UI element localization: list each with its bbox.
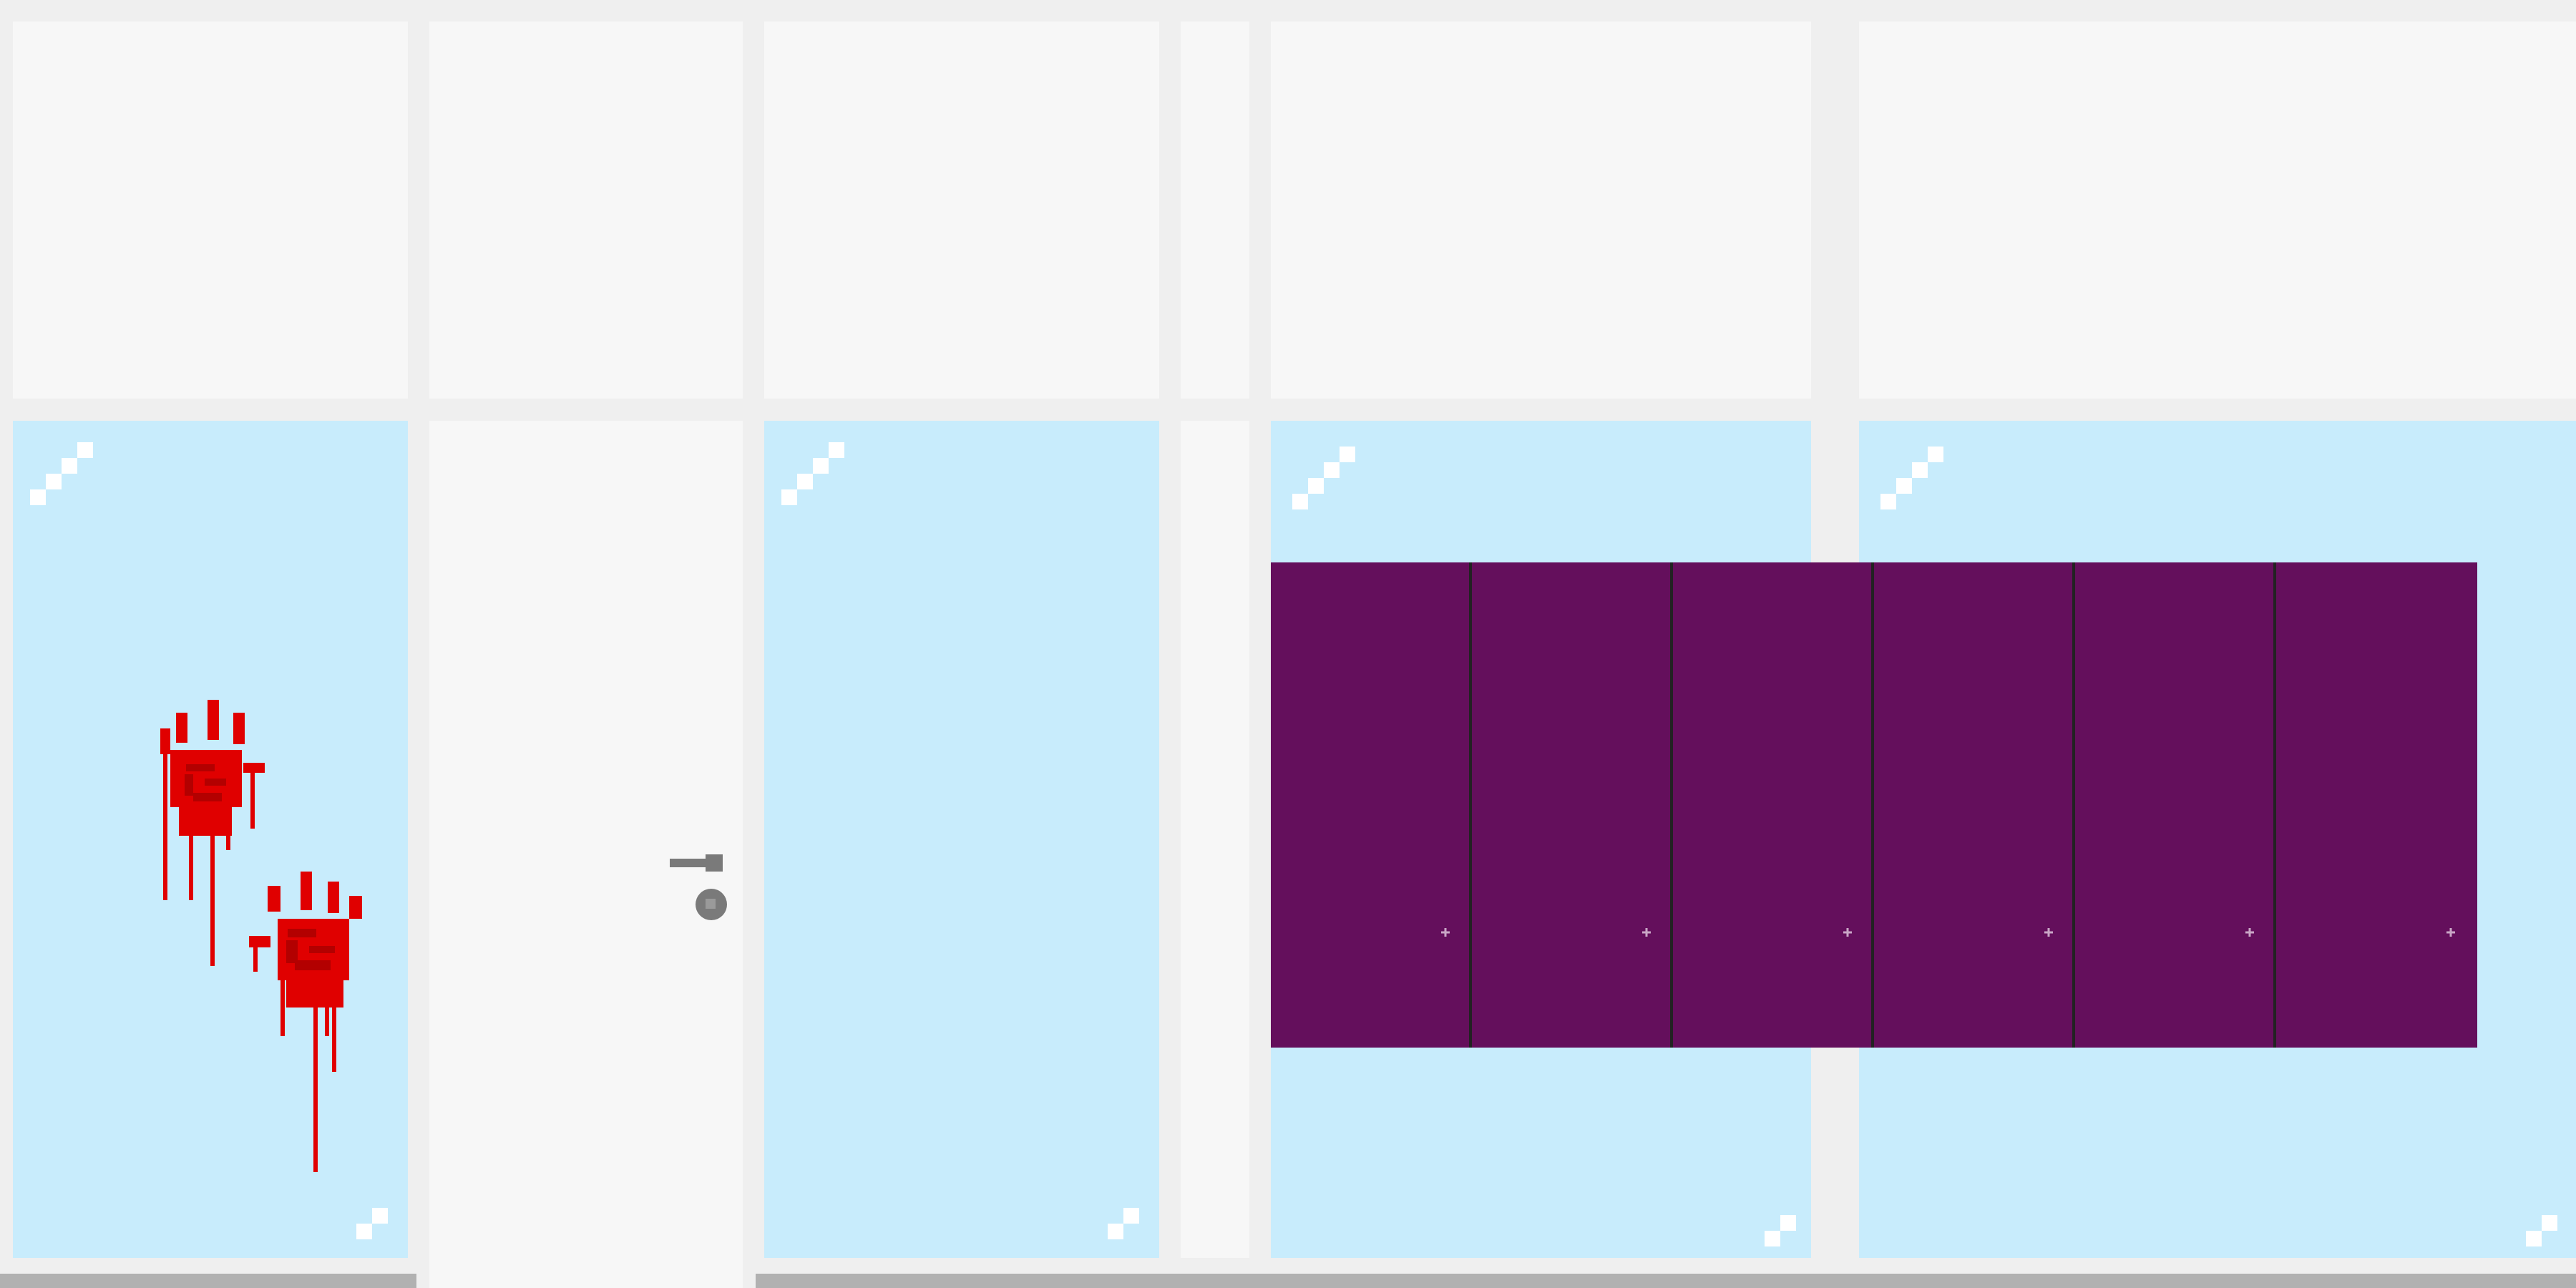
locker-1[interactable] xyxy=(1271,562,1472,1048)
floor-strip-right xyxy=(756,1274,2576,1288)
door-handle-icon[interactable] xyxy=(670,854,723,872)
upper-wall-panel-4 xyxy=(1181,21,1249,399)
locker-lock-icon[interactable] xyxy=(2446,926,2455,937)
locker-lock-icon[interactable] xyxy=(1441,926,1450,937)
floor-strip-left xyxy=(0,1274,416,1288)
upper-wall-panel-2 xyxy=(429,21,743,399)
glass-glint-icon xyxy=(2526,1215,2569,1258)
wall-pillar xyxy=(1181,421,1249,1258)
upper-wall-panel-3 xyxy=(764,21,1159,399)
window-1 xyxy=(13,421,408,1258)
upper-wall-panel-5 xyxy=(1271,21,1811,399)
locker-lock-icon[interactable] xyxy=(2245,926,2254,937)
glass-glint-icon xyxy=(356,1208,399,1251)
door[interactable] xyxy=(429,421,743,1288)
glass-glint-icon xyxy=(1108,1208,1151,1251)
locker-bank xyxy=(1271,562,2477,1048)
keyhole-icon xyxy=(696,889,727,920)
glass-glint-icon xyxy=(1765,1215,1807,1258)
glass-glint-icon xyxy=(1292,447,1364,509)
window-2 xyxy=(764,421,1159,1258)
locker-2[interactable] xyxy=(1472,562,1673,1048)
locker-lock-icon[interactable] xyxy=(1843,926,1852,937)
upper-wall-panel-1 xyxy=(13,21,408,399)
locker-5[interactable] xyxy=(2075,562,2276,1048)
locker-3[interactable] xyxy=(1673,562,1874,1048)
locker-lock-icon[interactable] xyxy=(1642,926,1651,937)
upper-wall-panel-6 xyxy=(1859,21,2576,399)
glass-glint-icon xyxy=(30,442,102,505)
locker-lock-icon[interactable] xyxy=(2044,926,2053,937)
locker-4[interactable] xyxy=(1874,562,2075,1048)
glass-glint-icon xyxy=(781,442,853,505)
locker-6[interactable] xyxy=(2276,562,2477,1048)
glass-glint-icon xyxy=(1880,447,1952,509)
bloody-handprint-icon xyxy=(249,872,362,1172)
